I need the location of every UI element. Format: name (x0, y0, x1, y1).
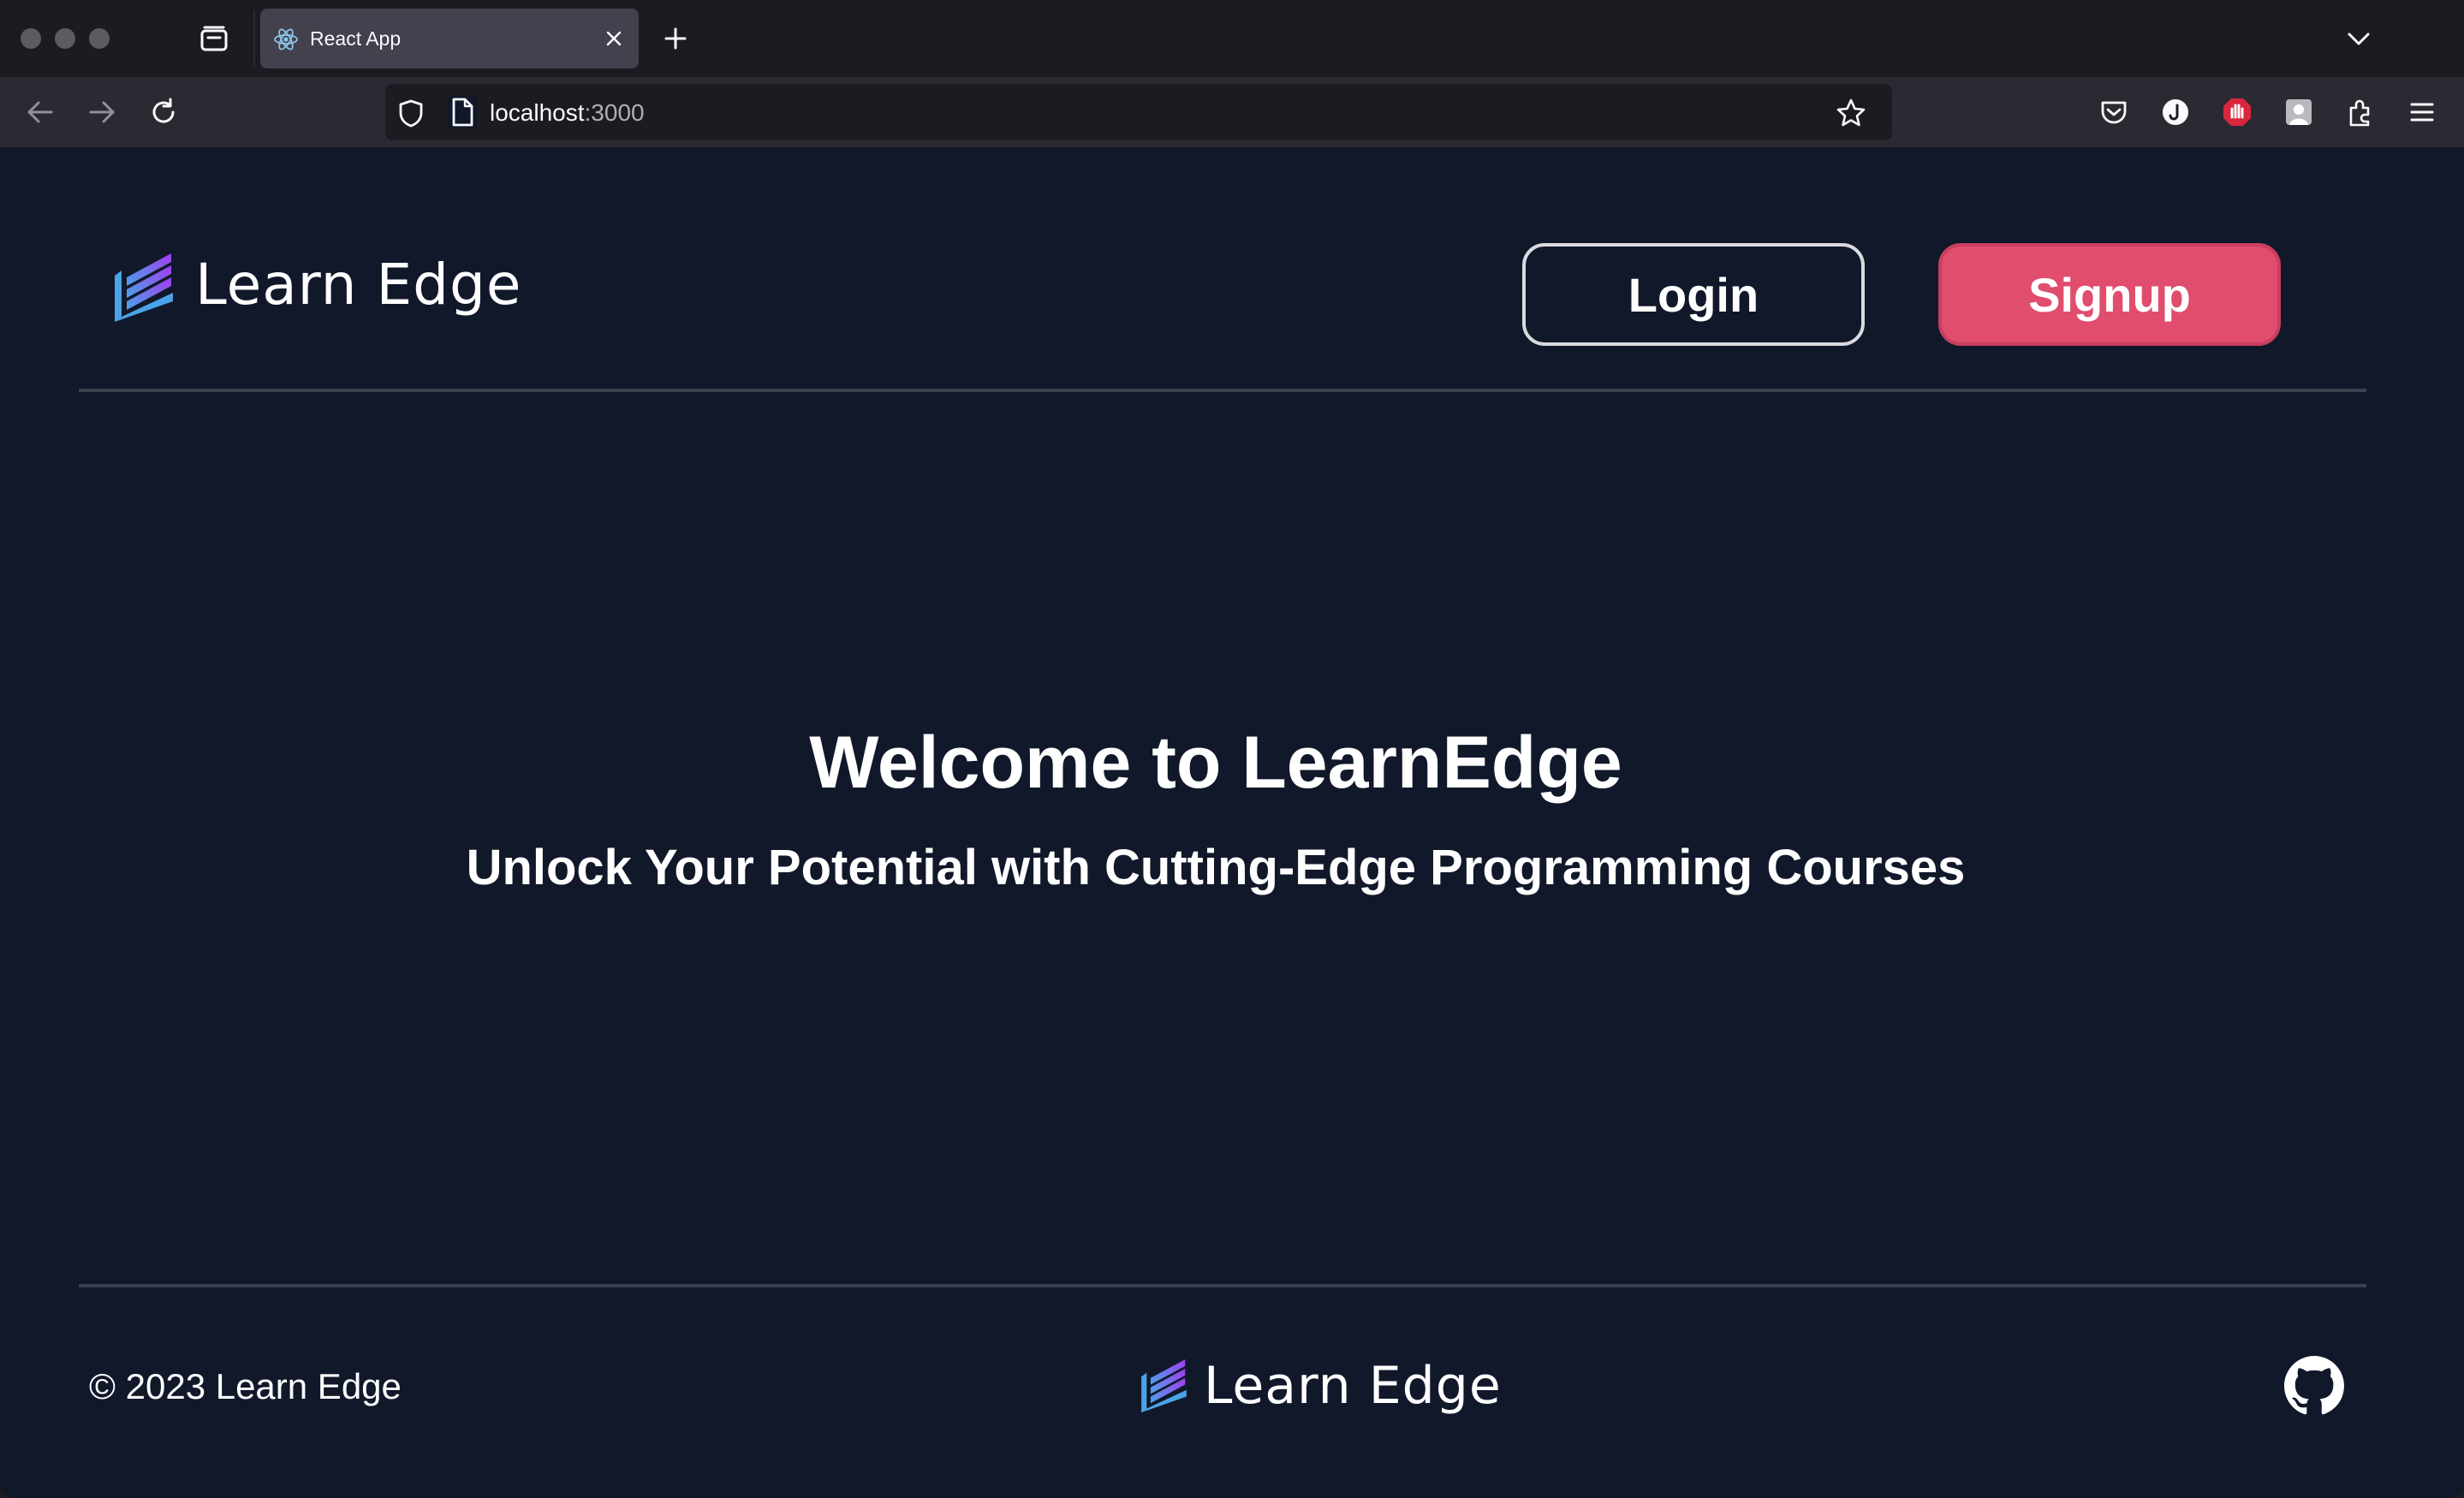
github-icon[interactable] (2284, 1356, 2344, 1416)
url-host: localhost (490, 99, 585, 126)
footer-divider (79, 1284, 2366, 1287)
pocket-icon[interactable] (2096, 94, 2132, 130)
tab-strip: React App (0, 0, 2464, 77)
tab-react-app[interactable]: React App (260, 9, 639, 68)
menu-icon[interactable] (2404, 94, 2440, 130)
shield-icon[interactable] (394, 96, 428, 130)
login-button[interactable]: Login (1522, 243, 1865, 346)
maximize-window-button[interactable] (89, 28, 110, 49)
tab-overview-icon[interactable] (197, 24, 231, 55)
react-icon (274, 28, 298, 51)
chevron-down-icon[interactable] (2344, 24, 2373, 53)
back-icon[interactable] (22, 94, 58, 130)
header-brand-name[interactable]: Learn Edge (195, 252, 522, 318)
address-bar[interactable]: localhost:3000 (385, 84, 1892, 140)
page-viewport: Learn Edge Login Signup Welcome to Learn… (0, 147, 2464, 1498)
extensions-icon[interactable] (2342, 94, 2378, 130)
page-icon[interactable] (447, 96, 478, 128)
url-port: :3000 (584, 99, 645, 126)
learn-edge-logo-icon[interactable] (111, 241, 180, 327)
copyright-text: © 2023 Learn Edge (89, 1366, 402, 1406)
adblock-icon[interactable] (2219, 94, 2255, 130)
forward-icon[interactable] (84, 94, 120, 130)
footer-brand-name[interactable]: Learn Edge (1204, 1356, 1502, 1416)
bookmark-star-icon[interactable] (1834, 96, 1868, 130)
header-divider (79, 389, 2366, 392)
close-tab-icon[interactable] (601, 26, 627, 51)
reload-icon[interactable] (146, 94, 182, 130)
account-icon[interactable] (2157, 94, 2193, 130)
new-tab-icon[interactable] (661, 24, 690, 53)
signup-button[interactable]: Signup (1938, 243, 2281, 346)
footer-logo-icon[interactable] (1139, 1347, 1192, 1419)
navigation-toolbar: localhost:3000 (0, 77, 2464, 147)
browser-window: React App localhost:3000 Learn Edge Logi… (0, 0, 2464, 1498)
profile-icon[interactable] (2281, 94, 2317, 130)
close-window-button[interactable] (21, 28, 41, 49)
minimize-window-button[interactable] (55, 28, 75, 49)
hero-subtitle: Unlock Your Potential with Cutting-Edge … (466, 840, 1966, 895)
url-text[interactable]: localhost:3000 (490, 99, 645, 127)
tab-title: React App (310, 27, 402, 50)
hero-title: Welcome to LearnEdge (809, 722, 1622, 804)
tab-separator (253, 10, 255, 67)
